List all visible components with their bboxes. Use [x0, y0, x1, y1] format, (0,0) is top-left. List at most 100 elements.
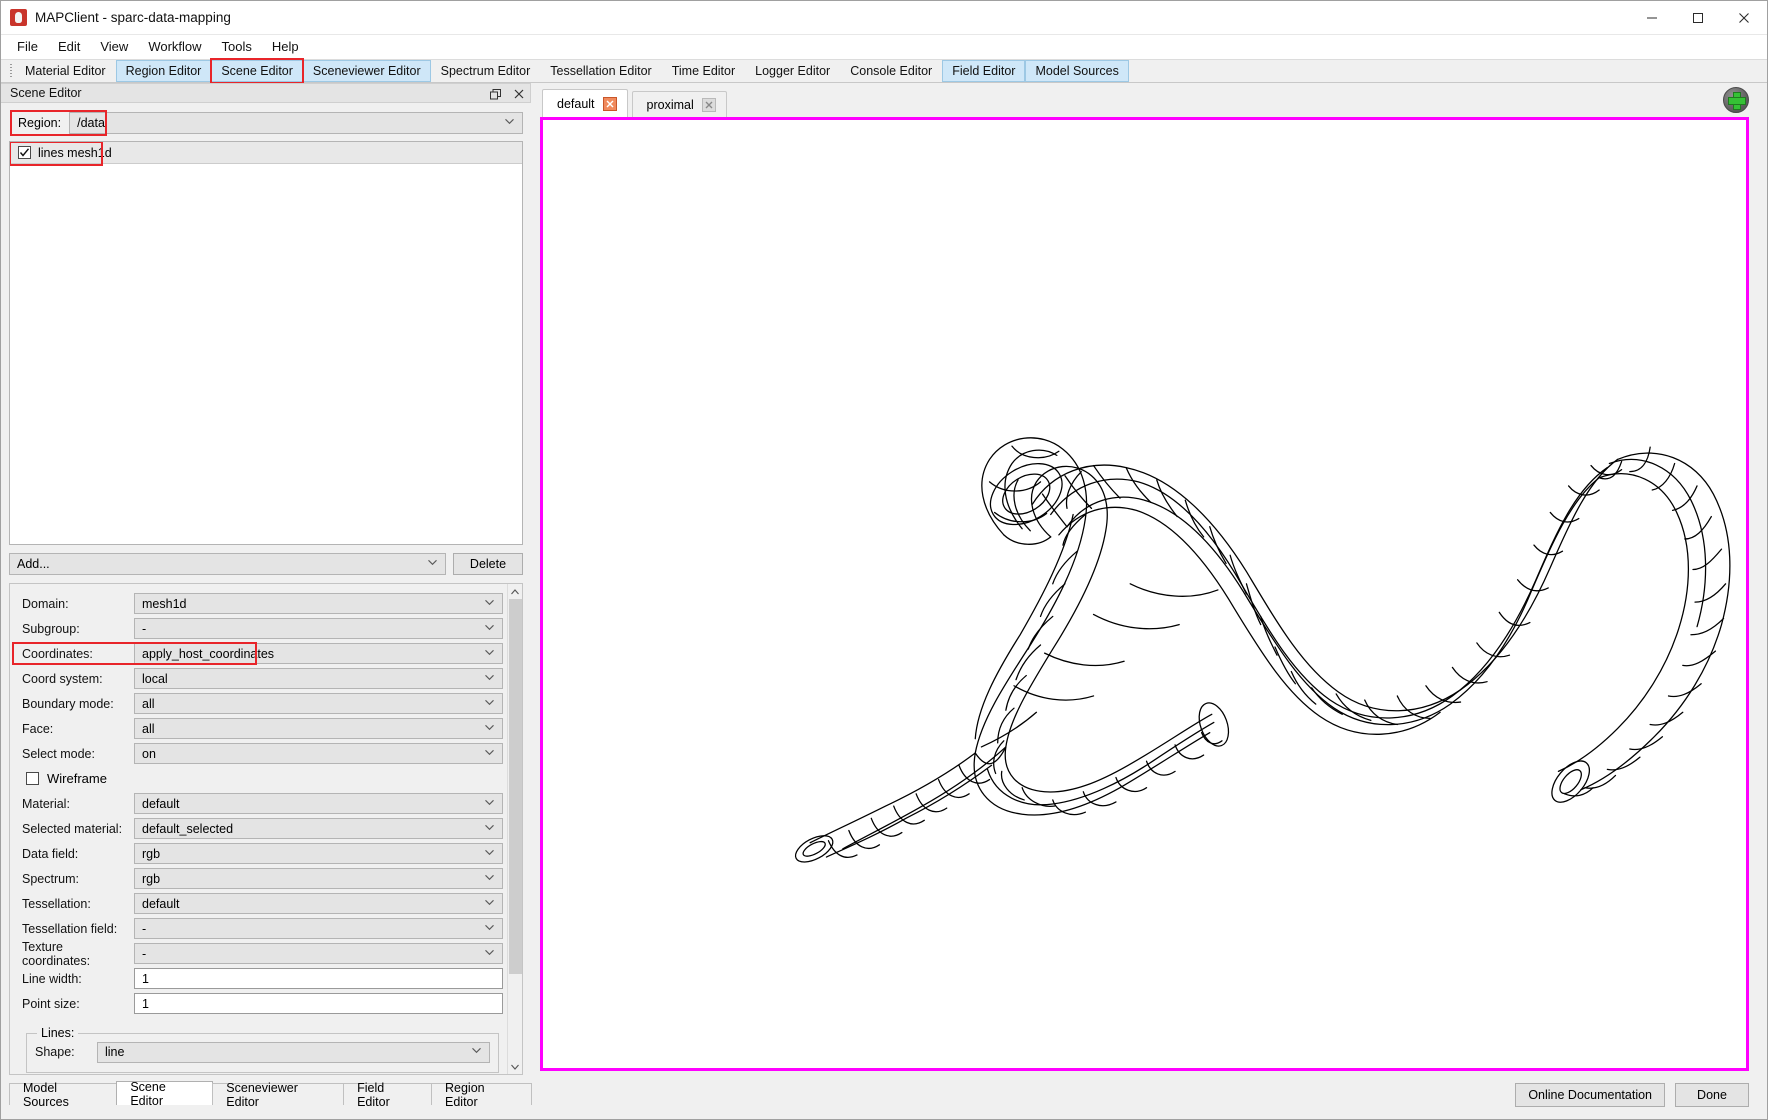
texture-coordinates-label: Texture coordinates:	[22, 939, 91, 968]
boundary-mode-combo[interactable]: all	[134, 693, 503, 714]
face-label: Face:	[22, 721, 54, 736]
scroll-down-arrow-icon[interactable]	[507, 1059, 522, 1074]
menu-help[interactable]: Help	[262, 36, 309, 58]
domain-label: Domain:	[22, 596, 69, 611]
menu-edit[interactable]: Edit	[48, 36, 90, 58]
tessellation-combo[interactable]: default	[134, 893, 503, 914]
bottom-tab-model-sources[interactable]: Model Sources	[9, 1081, 118, 1109]
scrollbar-thumb[interactable]	[508, 599, 522, 974]
tab-tessellation-editor[interactable]: Tessellation Editor	[540, 60, 661, 82]
title-bar: MAPClient - sparc-data-mapping	[1, 1, 1767, 35]
lines-group: Lines: Shape: line	[26, 1026, 499, 1073]
add-graphics-combo[interactable]: Add...	[9, 553, 446, 575]
line-width-input[interactable]: 1	[134, 968, 503, 989]
coord-system-combo[interactable]: local	[134, 668, 503, 689]
tab-field-editor[interactable]: Field Editor	[942, 60, 1026, 82]
close-button[interactable]	[1721, 1, 1767, 35]
bottom-tab-sceneviewer-editor[interactable]: Sceneviewer Editor	[212, 1081, 345, 1109]
scrollbar-track[interactable]	[507, 599, 522, 1059]
menu-bar: File Edit View Workflow Tools Help	[1, 35, 1767, 59]
wireframe-row: Wireframe	[22, 766, 503, 791]
checkbox-unchecked-icon[interactable]	[26, 772, 39, 785]
properties-scrollbar[interactable]	[507, 584, 522, 1074]
tessellation-label: Tessellation:	[22, 896, 91, 911]
region-value: /data	[77, 116, 105, 130]
close-icon[interactable]	[512, 87, 526, 101]
toolbar-grip[interactable]	[7, 60, 15, 82]
close-icon[interactable]	[701, 97, 716, 112]
chevron-down-icon	[485, 749, 494, 758]
tab-region-editor[interactable]: Region Editor	[115, 60, 212, 82]
shape-combo[interactable]: line	[97, 1041, 490, 1063]
region-label: Region:	[18, 116, 62, 130]
lines-group-legend: Lines:	[41, 1026, 75, 1040]
face-value: all	[142, 721, 155, 736]
property-row-coordinates: Coordinates: apply_host_coordinates	[12, 641, 503, 666]
viewer-footer: Online Documentation Done	[532, 1071, 1767, 1119]
coordinates-combo[interactable]: apply_host_coordinates	[134, 643, 503, 664]
point-size-input[interactable]: 1	[134, 993, 503, 1014]
menu-view[interactable]: View	[90, 36, 138, 58]
tab-model-sources[interactable]: Model Sources	[1025, 60, 1129, 82]
menu-tools[interactable]: Tools	[212, 36, 262, 58]
face-combo[interactable]: all	[134, 718, 503, 739]
boundary-mode-label: Boundary mode:	[22, 696, 114, 711]
tessellation-field-combo[interactable]: -	[134, 918, 503, 939]
sceneviewer-canvas[interactable]	[540, 117, 1749, 1071]
viewer-tab-proximal-label: proximal	[646, 97, 694, 112]
tab-console-editor[interactable]: Console Editor	[840, 60, 942, 82]
region-combo[interactable]: /data	[69, 112, 523, 134]
bottom-tab-scene-editor[interactable]: Scene Editor	[116, 1080, 214, 1108]
plus-icon	[1728, 92, 1746, 110]
select-mode-value: on	[142, 746, 156, 761]
bottom-tab-region-editor[interactable]: Region Editor	[431, 1081, 532, 1109]
point-size-label: Point size:	[22, 996, 80, 1011]
menu-workflow[interactable]: Workflow	[138, 36, 211, 58]
material-combo[interactable]: default	[134, 793, 503, 814]
property-row-coord-system: Coord system: local	[22, 666, 503, 691]
viewer-tabstrip: default proximal	[532, 83, 1767, 117]
tab-sceneviewer-editor[interactable]: Sceneviewer Editor	[302, 60, 431, 82]
tab-spectrum-editor[interactable]: Spectrum Editor	[431, 60, 541, 82]
add-view-button[interactable]	[1723, 87, 1749, 113]
select-mode-combo[interactable]: on	[134, 743, 503, 764]
viewer-tab-default[interactable]: default	[542, 89, 628, 117]
subgroup-value: -	[142, 621, 147, 636]
tab-material-editor[interactable]: Material Editor	[15, 60, 116, 82]
domain-combo[interactable]: mesh1d	[134, 593, 503, 614]
menu-file[interactable]: File	[7, 36, 48, 58]
spectrum-combo[interactable]: rgb	[134, 868, 503, 889]
checkbox-checked-icon[interactable]	[18, 146, 31, 159]
coord-system-value: local	[142, 671, 168, 686]
minimize-button[interactable]	[1629, 1, 1675, 35]
viewer-tab-default-label: default	[557, 96, 595, 111]
texture-coordinates-combo[interactable]: -	[134, 943, 503, 964]
tab-time-editor[interactable]: Time Editor	[662, 60, 745, 82]
material-value: default	[142, 796, 180, 811]
close-icon[interactable]	[602, 96, 617, 111]
graphics-list[interactable]: lines mesh1d	[9, 141, 523, 545]
viewer-tab-proximal[interactable]: proximal	[631, 91, 727, 117]
property-row-select-mode: Select mode: on	[22, 741, 503, 766]
texture-coordinates-value: -	[142, 946, 147, 961]
subgroup-combo[interactable]: -	[134, 618, 503, 639]
property-row-boundary-mode: Boundary mode: all	[22, 691, 503, 716]
list-item[interactable]: lines mesh1d	[10, 142, 522, 164]
delete-button[interactable]: Delete	[453, 553, 523, 575]
restore-icon[interactable]	[488, 87, 502, 101]
bottom-dock-tabstrip: Model Sources Scene Editor Sceneviewer E…	[9, 1080, 532, 1109]
bottom-tab-field-editor[interactable]: Field Editor	[343, 1081, 432, 1109]
chevron-down-icon	[485, 949, 494, 958]
tessellation-field-value: -	[142, 921, 147, 936]
tab-logger-editor[interactable]: Logger Editor	[745, 60, 840, 82]
property-row-selected-material: Selected material: default_selected	[22, 816, 503, 841]
tab-scene-editor[interactable]: Scene Editor	[210, 58, 304, 84]
data-field-combo[interactable]: rgb	[134, 843, 503, 864]
done-button[interactable]: Done	[1675, 1083, 1749, 1107]
maximize-button[interactable]	[1675, 1, 1721, 35]
selected-material-combo[interactable]: default_selected	[134, 818, 503, 839]
subgroup-label: Subgroup:	[22, 621, 80, 636]
chevron-down-icon	[485, 874, 494, 883]
online-documentation-button[interactable]: Online Documentation	[1515, 1083, 1665, 1107]
scroll-up-arrow-icon[interactable]	[507, 584, 522, 599]
